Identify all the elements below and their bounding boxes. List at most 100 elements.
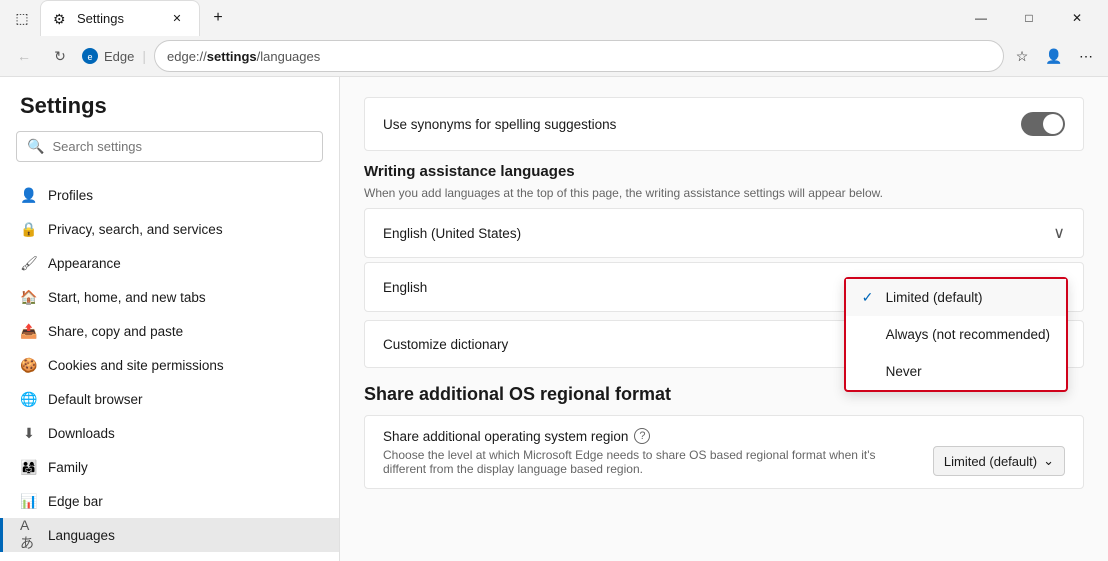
profile-button[interactable]: 👤 [1040,42,1068,70]
start-icon: 🏠 [20,288,38,306]
share-region-setting: Share additional operating system region… [364,415,1084,489]
sidebar-item-edgebar[interactable]: 📊 Edge bar [0,484,339,518]
english-us-label: English (United States) [383,226,521,241]
dropdown-value: Limited (default) [944,454,1037,469]
content-area: Use synonyms for spelling suggestions Wr… [340,77,1108,561]
sidebar-item-label: Privacy, search, and services [48,222,223,237]
favorites-button[interactable]: ☆ [1008,42,1036,70]
writing-section-desc: When you add languages at the top of thi… [364,186,1084,200]
tab-favicon: ⚙ [53,11,69,27]
cookies-icon: 🍪 [20,356,38,374]
close-button[interactable]: ✕ [1054,2,1100,34]
downloads-icon: ⬇ [20,424,38,442]
sidebar-item-printers[interactable]: 🖨 Printers [0,552,339,561]
synonyms-label: Use synonyms for spelling suggestions [383,117,616,132]
languages-icon: Aあ [20,526,38,544]
privacy-icon: 🔒 [20,220,38,238]
search-box[interactable]: 🔍 [16,131,323,162]
check-mark-icon: ✓ [862,289,878,306]
sidebar-item-default[interactable]: 🌐 Default browser [0,382,339,416]
sidebar-item-family[interactable]: 👨‍👩‍👧 Family [0,450,339,484]
default-icon: 🌐 [20,390,38,408]
address-separator: | [142,48,146,64]
sidebar-item-label: Cookies and site permissions [48,358,224,373]
sidebar-item-label: Edge bar [48,494,103,509]
sidebar-item-label: Languages [48,528,115,543]
address-text: edge://settings/languages [167,49,991,64]
address-bar: ← ↻ e Edge | edge://settings/languages ☆… [0,36,1108,77]
writing-section-title: Writing assistance languages [364,163,1084,180]
edge-logo: e [80,46,100,66]
sidebar: Settings 🔍 👤 Profiles 🔒 Privacy, search,… [0,77,340,561]
sidebar-toggle-icon: ⬚ [15,10,28,27]
refresh-button[interactable]: ↻ [44,40,76,72]
sidebar-item-share[interactable]: 📤 Share, copy and paste [0,314,339,348]
more-button[interactable]: ⋯ [1072,42,1100,70]
window-controls: — □ ✕ [958,2,1100,34]
share-region-desc: Choose the level at which Microsoft Edge… [383,448,921,476]
sidebar-item-profiles[interactable]: 👤 Profiles [0,178,339,212]
sidebar-item-cookies[interactable]: 🍪 Cookies and site permissions [0,348,339,382]
sidebar-item-label: Share, copy and paste [48,324,183,339]
new-tab-button[interactable]: + [204,4,232,32]
profiles-icon: 👤 [20,186,38,204]
address-bar-actions: ☆ 👤 ⋯ [1008,42,1100,70]
dropdown-option-label: Limited (default) [886,290,983,305]
tab-area: ⚙ Settings ✕ + [40,0,954,36]
search-icon: 🔍 [27,138,44,155]
share-region-dropdown[interactable]: Limited (default) ⌄ [933,446,1065,476]
tab-title: Settings [77,11,159,26]
dropdown-option-never[interactable]: ✓ Never [846,353,1066,390]
customize-dict-label: Customize dictionary [383,337,508,352]
refresh-icon: ↻ [54,48,66,65]
dropdown-option-always[interactable]: ✓ Always (not recommended) [846,316,1066,353]
minimize-button[interactable]: — [958,2,1004,34]
address-settings: settings [207,49,257,64]
english-label: English [383,280,427,295]
sidebar-item-start[interactable]: 🏠 Start, home, and new tabs [0,280,339,314]
share-region-text: Share additional operating system region… [383,428,921,476]
settings-tab[interactable]: ⚙ Settings ✕ [40,0,200,36]
title-bar: ⬚ ⚙ Settings ✕ + — □ ✕ [0,0,1108,36]
appearance-icon: 🖌 [20,254,38,272]
sidebar-item-appearance[interactable]: 🖌 Appearance [0,246,339,280]
search-input[interactable] [52,139,312,154]
dropdown-option-label: Never [886,364,922,379]
sidebar-item-label: Start, home, and new tabs [48,290,206,305]
sidebar-item-privacy[interactable]: 🔒 Privacy, search, and services [0,212,339,246]
back-button[interactable]: ← [8,40,40,72]
sidebar-item-downloads[interactable]: ⬇ Downloads [0,416,339,450]
dropdown-arrow-icon: ⌄ [1043,453,1054,469]
svg-text:e: e [87,52,92,62]
favorites-icon: ☆ [1016,48,1029,65]
sidebar-item-label: Appearance [48,256,121,271]
maximize-button[interactable]: □ [1006,2,1052,34]
address-bar-input[interactable]: edge://settings/languages [154,40,1004,72]
edge-label: Edge [104,49,134,64]
main-area: Settings 🔍 👤 Profiles 🔒 Privacy, search,… [0,77,1108,561]
dropdown-option-limited[interactable]: ✓ Limited (default) [846,279,1066,316]
sidebar-toggle[interactable]: ⬚ [8,4,36,32]
address-prefix: edge:// [167,49,207,64]
sidebar-nav: 👤 Profiles 🔒 Privacy, search, and servic… [0,174,339,561]
profile-icon: 👤 [1045,48,1062,65]
dropdown-popup: ✓ Limited (default) ✓ Always (not recomm… [844,277,1068,392]
english-us-row[interactable]: English (United States) ∨ [364,208,1084,258]
tab-close-button[interactable]: ✕ [167,9,187,29]
dropdown-option-label: Always (not recommended) [886,327,1050,342]
sidebar-item-label: Family [48,460,88,475]
more-icon: ⋯ [1079,48,1093,65]
family-icon: 👨‍👩‍👧 [20,458,38,476]
synonyms-setting: Use synonyms for spelling suggestions [364,97,1084,151]
sidebar-item-label: Default browser [48,392,143,407]
writing-section: Writing assistance languages When you ad… [364,163,1084,200]
sidebar-title: Settings [0,77,339,131]
sidebar-item-languages[interactable]: Aあ Languages [0,518,339,552]
edgebar-icon: 📊 [20,492,38,510]
address-suffix: /languages [257,49,321,64]
sidebar-item-label: Downloads [48,426,115,441]
back-icon: ← [17,48,31,64]
synonyms-toggle[interactable] [1021,112,1065,136]
help-icon[interactable]: ? [634,428,650,444]
sidebar-item-label: Profiles [48,188,93,203]
